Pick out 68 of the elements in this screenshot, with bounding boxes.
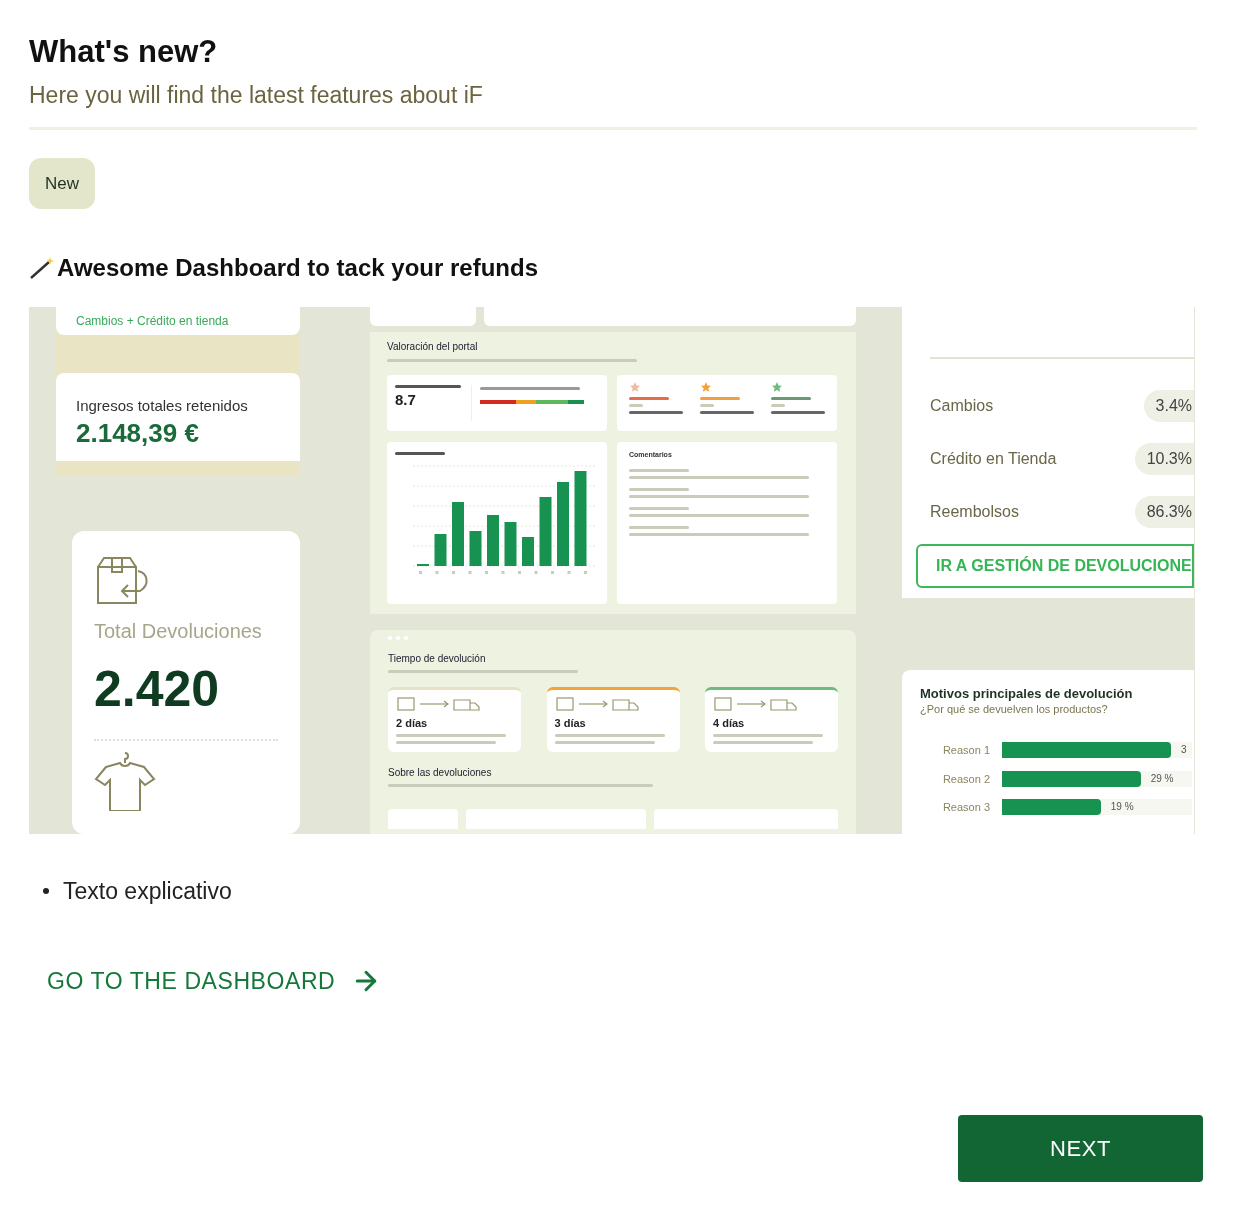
reason-value: 19 % <box>1110 800 1134 815</box>
text-line-placeholder <box>395 452 445 455</box>
metric-value: 2.420 <box>94 661 221 717</box>
reason-label: Reason 3 <box>941 800 991 815</box>
percentage-pill: 3.4% <box>1143 389 1194 422</box>
chart-bar <box>434 534 447 566</box>
bullet-text: Texto explicativo <box>63 877 232 906</box>
metric-value: 2.148,39 € <box>76 417 200 449</box>
chart-bar <box>487 515 499 566</box>
metric-label: Total Devoluciones <box>94 619 263 643</box>
panel-title: Tiempo de devolución <box>388 652 487 666</box>
reason-value: 3 <box>1181 743 1187 758</box>
next-button[interactable]: NEXT <box>958 1115 1203 1182</box>
metric-label: Ingresos totales retenidos <box>76 397 249 415</box>
text-line-placeholder <box>771 411 825 414</box>
reason-value: 29 % <box>1150 771 1174 786</box>
chart-bar <box>504 522 517 566</box>
panel-title: Sobre las devoluciones <box>388 766 493 780</box>
dialog-subtitle: Here you will find the latest features about iF <box>29 81 484 110</box>
axis-tick-label-placeholder <box>534 571 538 574</box>
text-line-placeholder <box>629 526 689 529</box>
axis-tick-label-placeholder <box>435 571 439 574</box>
text-line-placeholder <box>700 397 740 400</box>
axis-tick-label-placeholder <box>501 571 505 574</box>
duration-value: 4 días <box>713 716 746 730</box>
duration-value: 3 días <box>554 716 587 730</box>
axis-tick-label-placeholder <box>468 571 472 574</box>
text-line-placeholder <box>629 397 669 400</box>
breakdown-label: Crédito en Tienda <box>930 448 1057 469</box>
magic-wand-icon <box>29 256 55 280</box>
text-line-placeholder <box>629 411 683 414</box>
text-line-placeholder <box>629 404 643 407</box>
card-title: Motivos principales de devolución <box>920 686 1134 702</box>
breakdown-label: Reembolsos <box>930 501 1019 522</box>
text-line-placeholder <box>629 488 689 491</box>
axis-tick-label-placeholder <box>567 571 571 574</box>
text-line-placeholder <box>700 411 754 414</box>
score-value: 8.7 <box>395 391 417 409</box>
shirt-icon <box>94 751 156 811</box>
dialog-title: What's new? <box>29 33 219 71</box>
text-line-placeholder <box>771 404 785 407</box>
text-line-placeholder <box>395 385 461 388</box>
axis-tick-label-placeholder <box>551 571 554 574</box>
percentage-pill: 10.3% <box>1134 442 1194 475</box>
chart-bar <box>469 531 482 566</box>
axis-tick-label-placeholder <box>584 571 587 574</box>
panel-title: Valoración del portal <box>387 340 479 354</box>
axis-tick-label-placeholder <box>419 571 422 574</box>
chart-bar <box>522 537 534 566</box>
axis-tick-label-placeholder <box>518 571 521 574</box>
card-subtitle: ¿Por qué se devuelven los productos? <box>920 702 1109 716</box>
feature-title: Awesome Dashboard to tack your refunds <box>57 253 538 283</box>
new-badge: New <box>29 158 95 209</box>
axis-tick-label-placeholder <box>485 571 488 574</box>
card-caption: Cambios + Crédito en tienda <box>76 313 230 329</box>
axis-tick-label-placeholder <box>452 571 455 574</box>
duration-value: 2 días <box>396 716 429 730</box>
chart-bar <box>539 497 552 566</box>
breakdown-label: Cambios <box>930 395 994 416</box>
text-line-placeholder <box>629 507 689 510</box>
chart-bar <box>452 502 464 566</box>
text-line-placeholder <box>700 404 714 407</box>
dashboard-link[interactable]: GO TO THE DASHBOARD <box>47 964 382 999</box>
text-line-placeholder <box>771 397 811 400</box>
reason-label: Reason 1 <box>941 743 991 758</box>
reason-label: Reason 2 <box>941 771 991 787</box>
percentage-pill: 86.3% <box>1134 495 1194 528</box>
text-line-placeholder <box>629 469 689 472</box>
